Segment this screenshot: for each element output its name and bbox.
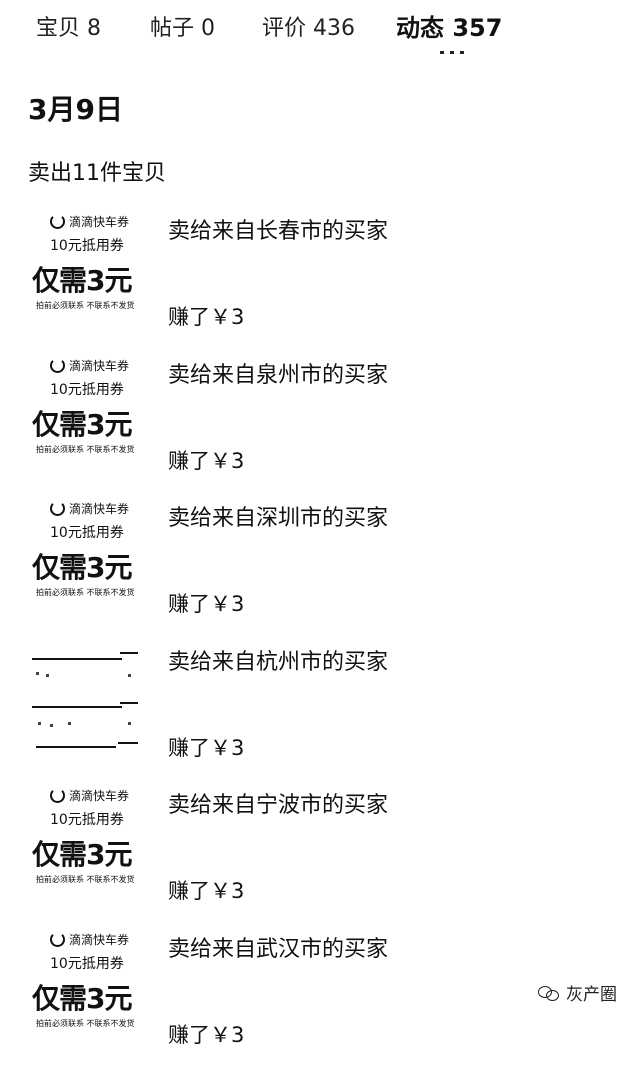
receipt-mark	[36, 671, 39, 675]
receipt-rule	[32, 705, 122, 708]
coupon-brand: 滴滴快车券	[50, 931, 129, 948]
activity-item[interactable]: 滴滴快车券 10元抵用券仅需3元拍前必须联系 不联系不发货 卖给来自宁波市的买家 赚了…	[0, 779, 640, 922]
receipt-mark	[128, 673, 131, 677]
activity-item[interactable]: 滴滴快车券 10元抵用券仅需3元拍前必须联系 不联系不发货 卖给来自长春市的买家 赚了…	[0, 205, 640, 348]
watermark: 灰产圈	[538, 980, 617, 1005]
coupon-price: 仅需3元	[32, 838, 132, 871]
coupon-note: 拍前必须联系 不联系不发货	[36, 444, 135, 454]
receipt-rule	[120, 651, 138, 654]
tab-items[interactable]: 宝贝 8	[36, 10, 101, 42]
coupon-note: 拍前必须联系 不联系不发货	[36, 875, 135, 884]
coupon-brand: 滴滴快车券	[50, 357, 129, 374]
earned-amount: 赚了￥3	[168, 879, 245, 903]
didi-logo-icon	[50, 788, 65, 803]
activity-item[interactable]: 滴滴快车券 10元抵用券仅需3元拍前必须联系 不联系不发货 卖给来自深圳市的买家 赚了…	[0, 492, 640, 635]
receipt-mark	[38, 721, 41, 725]
coupon-brand: 滴滴快车券	[50, 787, 129, 804]
coupon-thumbnail[interactable]: 滴滴快车券 10元抵用券仅需3元拍前必须联系 不联系不发货	[28, 492, 154, 604]
coupon-brand: 滴滴快车券	[50, 213, 129, 230]
receipt-rule	[120, 701, 138, 704]
date-heading: 3月9日	[28, 93, 123, 126]
didi-logo-icon	[50, 931, 65, 947]
buyer-location: 卖给来自长春市的买家	[168, 219, 389, 244]
watermark-text: 灰产圈	[566, 985, 617, 1005]
tab-activity[interactable]: 动态 357	[396, 8, 502, 43]
activity-item[interactable]: 滴滴快车券 10元抵用券仅需3元拍前必须联系 不联系不发货 卖给来自泉州市的买家 赚了…	[0, 349, 640, 492]
coupon-price: 仅需3元	[32, 264, 132, 297]
earned-amount: 赚了￥3	[168, 1022, 245, 1047]
coupon-note: 拍前必须联系 不联系不发货	[36, 588, 135, 597]
coupon-thumbnail[interactable]: 滴滴快车券 10元抵用券仅需3元拍前必须联系 不联系不发货	[28, 205, 154, 317]
coupon-value: 10元抵用券	[50, 955, 124, 972]
coupon-value: 10元抵用券	[50, 238, 124, 254]
coupon-brand-label: 滴滴快车券	[69, 932, 130, 947]
wechat-icon	[538, 984, 560, 1002]
coupon-note: 拍前必须联系 不联系不发货	[36, 1018, 135, 1028]
earned-amount: 赚了￥3	[168, 448, 245, 473]
coupon-price: 仅需3元	[32, 407, 132, 441]
tab-bar: 宝贝 8 帖子 0 评价 436 动态 357	[0, 0, 640, 56]
earned-amount: 赚了￥3	[168, 735, 245, 760]
receipt-mark	[46, 673, 49, 677]
earned-amount: 赚了￥3	[168, 592, 245, 616]
coupon-thumbnail[interactable]: 滴滴快车券 10元抵用券仅需3元拍前必须联系 不联系不发货	[28, 349, 154, 461]
buyer-location: 卖给来自深圳市的买家	[168, 506, 389, 531]
receipt-mark	[128, 721, 131, 725]
coupon-price: 仅需3元	[32, 981, 132, 1015]
receipt-mark	[50, 723, 53, 727]
receipt-mark	[68, 721, 71, 725]
receipt-rule	[118, 741, 138, 744]
active-tab-indicator	[440, 51, 472, 54]
coupon-brand-label: 滴滴快车券	[69, 215, 130, 229]
didi-logo-icon	[50, 357, 65, 373]
coupon-value: 10元抵用券	[50, 525, 124, 541]
tab-posts[interactable]: 帖子 0	[150, 10, 215, 42]
coupon-price: 仅需3元	[32, 551, 132, 584]
coupon-thumbnail[interactable]: 滴滴快车券 10元抵用券仅需3元拍前必须联系 不联系不发货	[28, 923, 154, 1035]
receipt-rule	[36, 745, 116, 748]
tab-reviews[interactable]: 评价 436	[262, 10, 355, 42]
sales-summary: 卖出11件宝贝	[28, 161, 166, 186]
buyer-location: 卖给来自泉州市的买家	[168, 362, 389, 388]
activity-item[interactable]: 卖给来自杭州市的买家 赚了￥3	[0, 636, 640, 779]
coupon-brand-label: 滴滴快车券	[69, 789, 130, 803]
coupon-brand-label: 滴滴快车券	[69, 358, 130, 373]
receipt-thumbnail[interactable]	[28, 636, 154, 748]
coupon-note: 拍前必须联系 不联系不发货	[36, 301, 135, 310]
buyer-location: 卖给来自杭州市的买家	[168, 649, 389, 675]
coupon-brand: 滴滴快车券	[50, 500, 129, 517]
buyer-location: 卖给来自宁波市的买家	[168, 793, 389, 818]
didi-logo-icon	[50, 214, 65, 229]
earned-amount: 赚了￥3	[168, 305, 245, 329]
buyer-location: 卖给来自武汉市的买家	[168, 936, 389, 962]
didi-logo-icon	[50, 501, 65, 516]
coupon-value: 10元抵用券	[50, 812, 124, 828]
coupon-value: 10元抵用券	[50, 381, 124, 398]
coupon-thumbnail[interactable]: 滴滴快车券 10元抵用券仅需3元拍前必须联系 不联系不发货	[28, 779, 154, 891]
coupon-brand-label: 滴滴快车券	[69, 502, 130, 516]
receipt-rule	[32, 657, 122, 660]
